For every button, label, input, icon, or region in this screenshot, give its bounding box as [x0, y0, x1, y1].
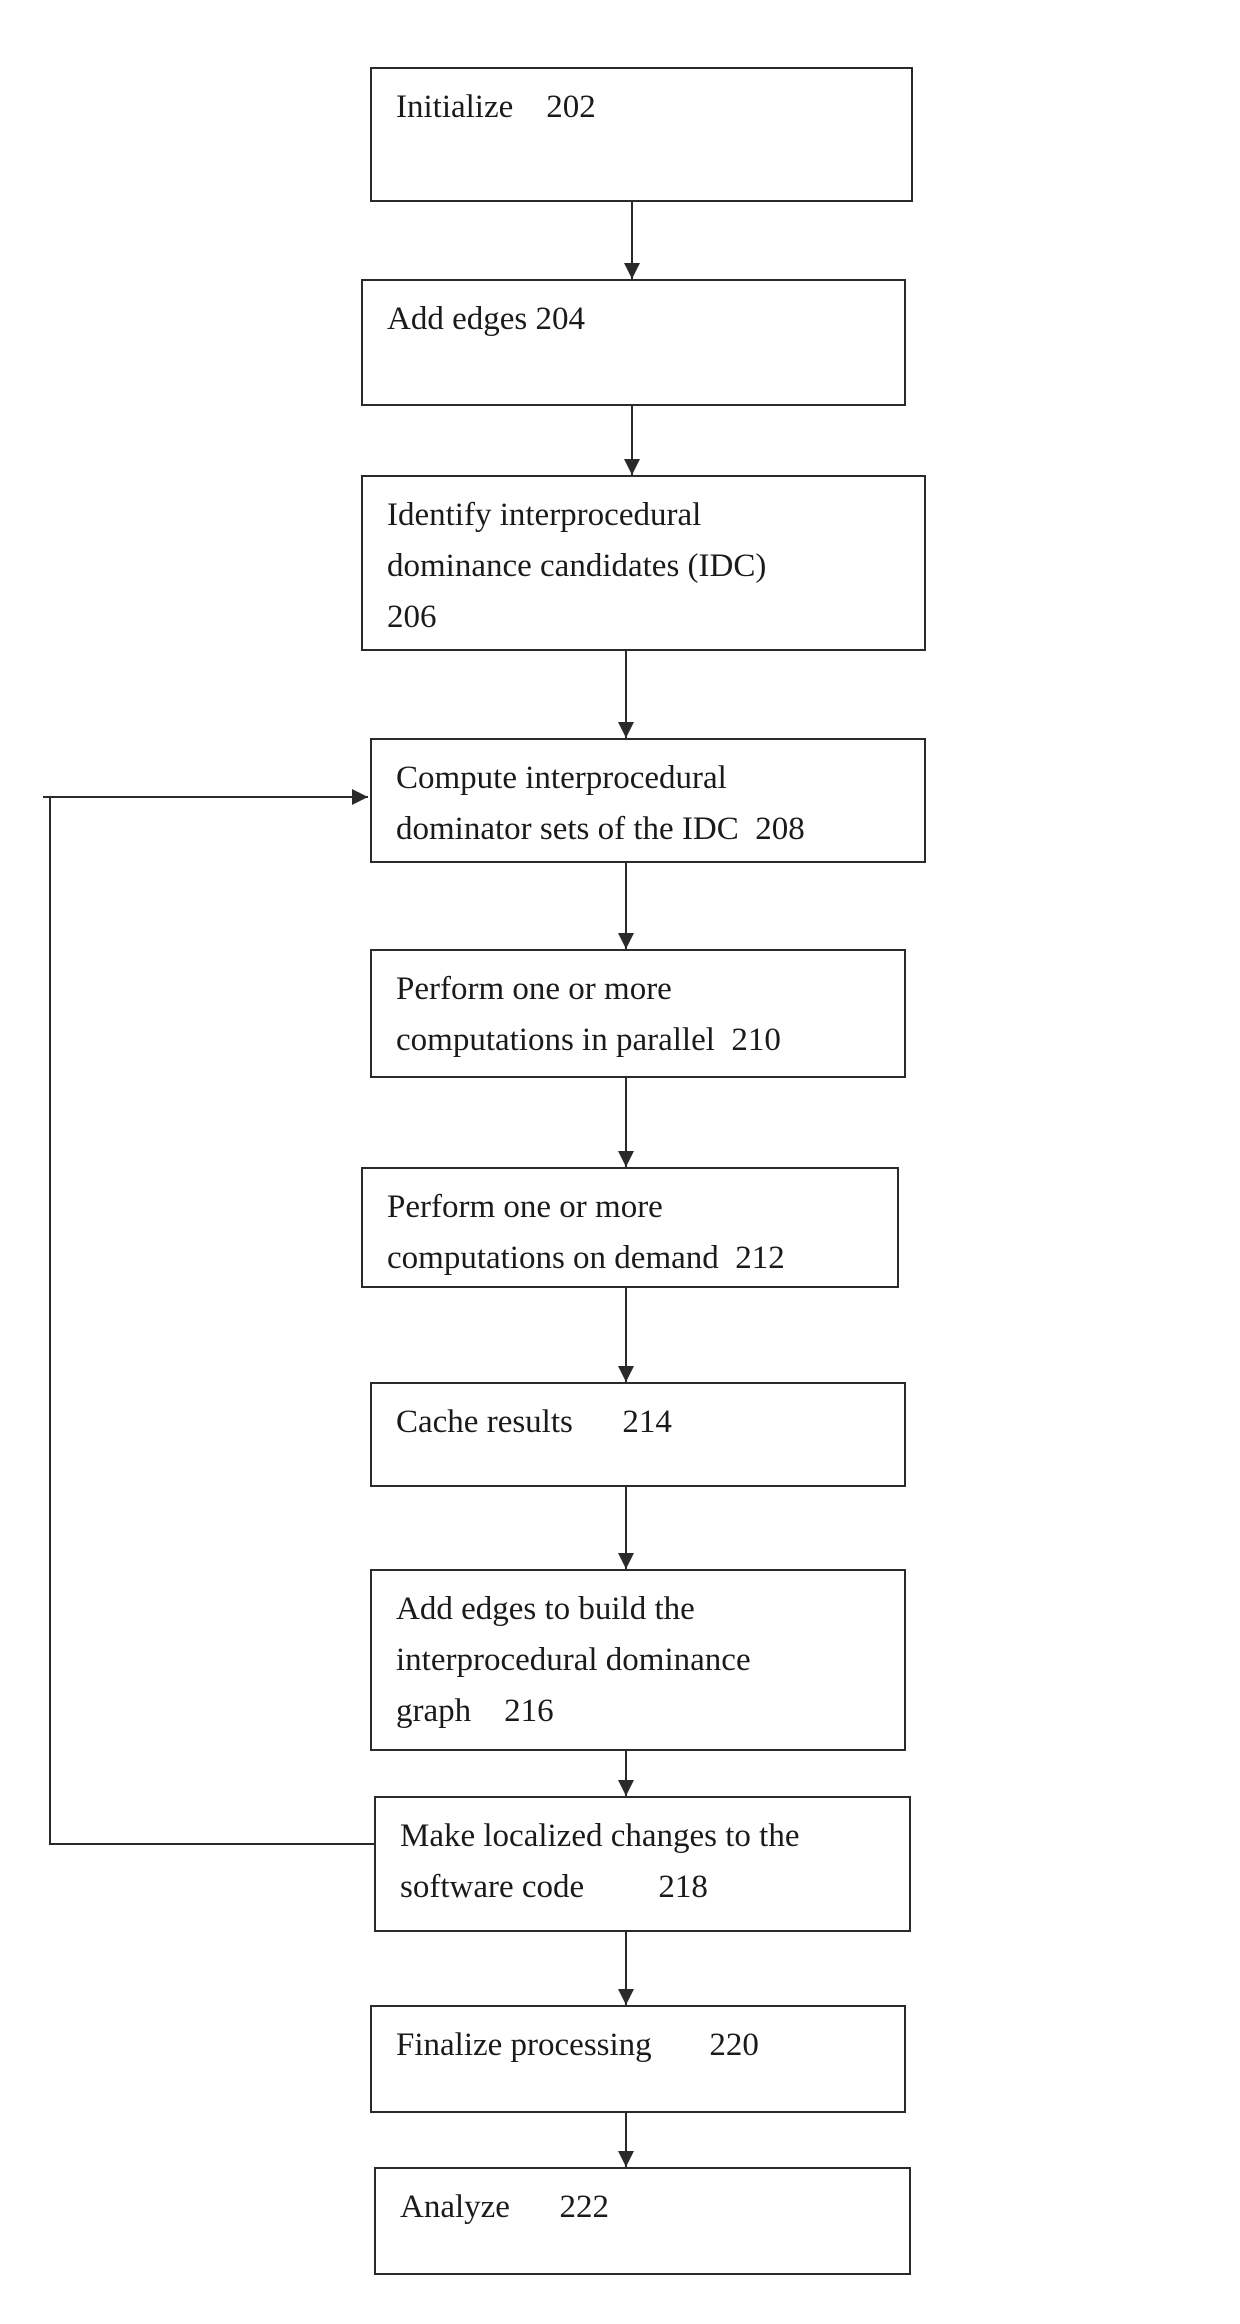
step-220-text: Finalize processing 220: [396, 2027, 759, 2063]
step-216-text-line-3: graph 216: [396, 1693, 554, 1729]
step-212-text-line-2: computations on demand 212: [387, 1240, 785, 1276]
feedback-loop-218-to-208: [49, 797, 374, 1845]
step-208-compute-dominator-sets: Compute interprocedural dominator sets o…: [370, 738, 926, 863]
step-212-text-line-1: Perform one or more: [387, 1189, 663, 1225]
step-222-analyze: Analyze 222: [374, 2167, 911, 2275]
step-214-text: Cache results 214: [396, 1404, 672, 1440]
step-218-localized-changes: Make localized changes to the software c…: [374, 1796, 911, 1932]
step-202-initialize: Initialize 202: [370, 67, 913, 202]
step-204-add-edges: Add edges 204: [361, 279, 906, 406]
step-212-on-demand-computations: Perform one or more computations on dema…: [361, 1167, 899, 1288]
step-218-text-line-1: Make localized changes to the: [400, 1818, 800, 1854]
step-216-text-line-1: Add edges to build the: [396, 1591, 695, 1627]
step-210-text-line-2: computations in parallel 210: [396, 1022, 781, 1058]
step-214-cache-results: Cache results 214: [370, 1382, 906, 1487]
step-222-text: Analyze 222: [400, 2189, 609, 2225]
step-220-finalize-processing: Finalize processing 220: [370, 2005, 906, 2113]
step-216-text-line-2: interprocedural dominance: [396, 1642, 751, 1678]
step-206-identify-idc: Identify interprocedural dominance candi…: [361, 475, 926, 651]
step-206-text-line-3: 206: [387, 599, 437, 635]
step-210-parallel-computations: Perform one or more computations in para…: [370, 949, 906, 1078]
step-208-text-line-1: Compute interprocedural: [396, 760, 727, 796]
step-202-text: Initialize 202: [396, 89, 596, 125]
step-218-text-line-2: software code 218: [400, 1869, 708, 1905]
step-216-build-dominance-graph: Add edges to build the interprocedural d…: [370, 1569, 906, 1751]
step-210-text-line-1: Perform one or more: [396, 971, 672, 1007]
step-208-text-line-2: dominator sets of the IDC 208: [396, 811, 805, 847]
step-206-text-line-1: Identify interprocedural: [387, 497, 702, 533]
step-204-text: Add edges 204: [387, 301, 585, 337]
step-206-text-line-2: dominance candidates (IDC): [387, 548, 767, 584]
